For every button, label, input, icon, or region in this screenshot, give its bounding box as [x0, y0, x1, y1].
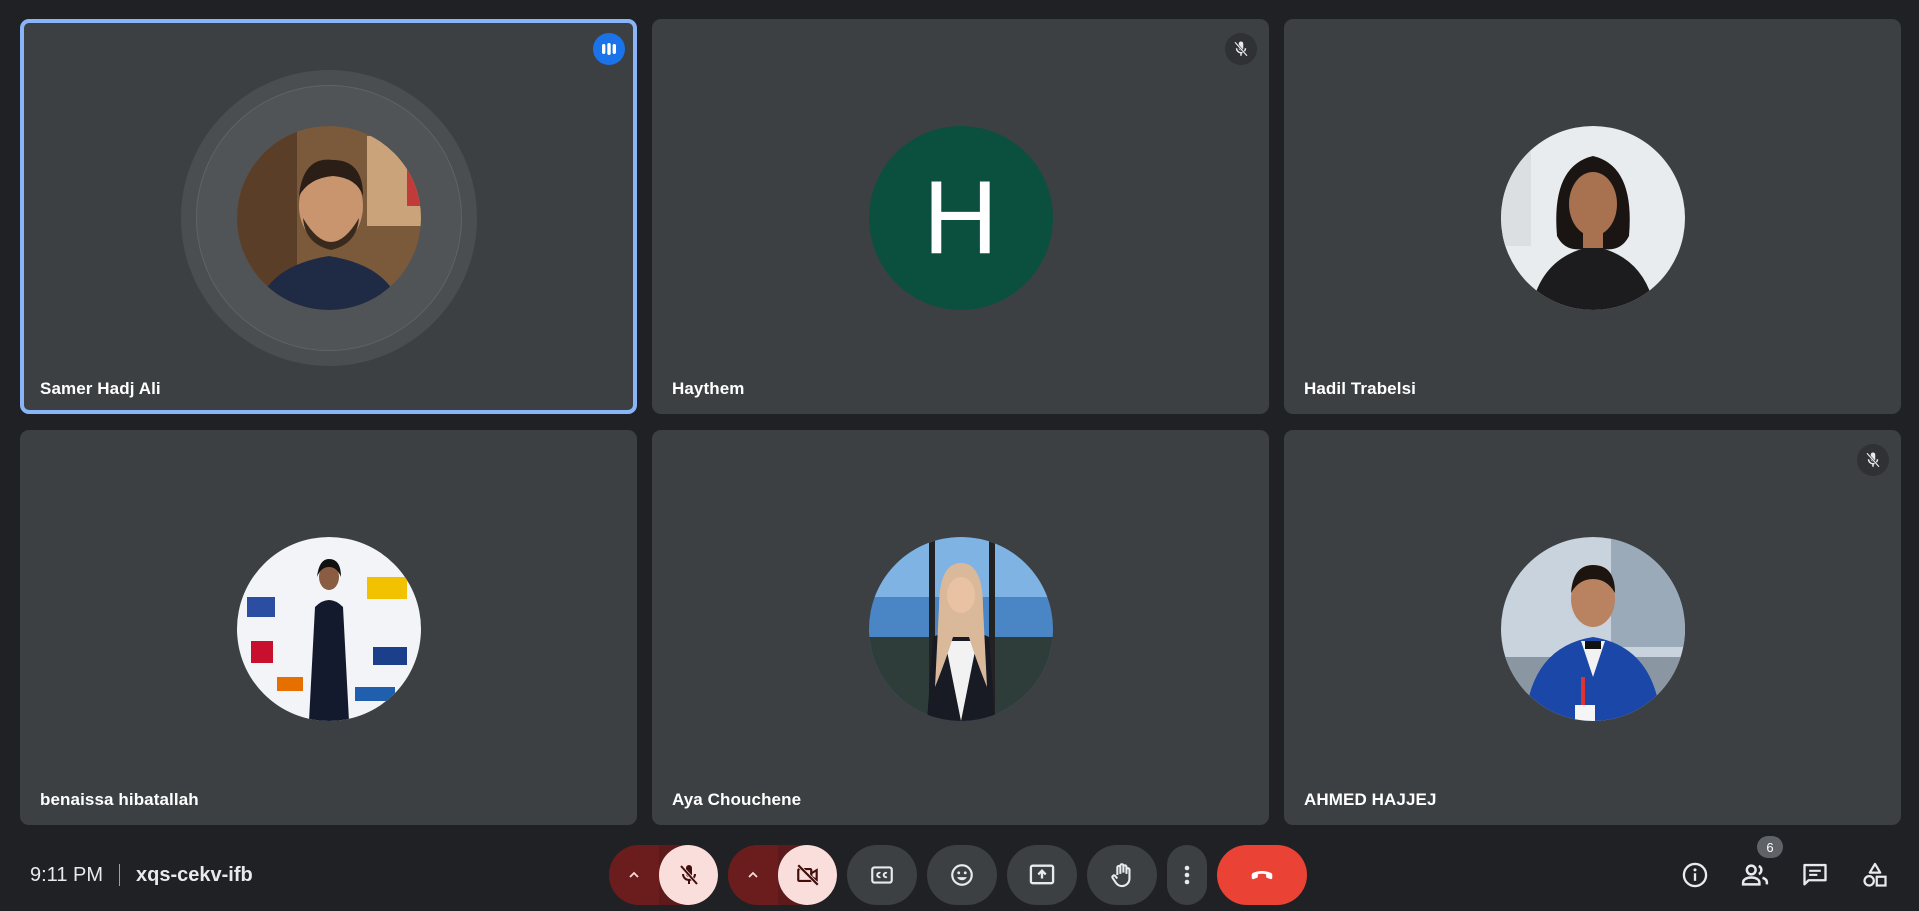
participant-tile-ahmed[interactable]: AHMED HAJJEJ: [1284, 430, 1901, 825]
more-vert-icon: [1184, 865, 1190, 885]
avatar: H: [868, 126, 1053, 310]
avatar: [1500, 126, 1685, 310]
reactions-button[interactable]: [927, 845, 997, 905]
people-icon: [1741, 864, 1769, 886]
avatar: [236, 537, 421, 721]
chevron-up-icon: [748, 871, 758, 878]
present-button[interactable]: [1007, 845, 1077, 905]
mic-toggle-button[interactable]: [659, 845, 718, 905]
participant-tile-aya[interactable]: Aya Chouchene: [652, 430, 1269, 825]
participant-tile-benaissa[interactable]: benaissa hibatallah: [20, 430, 637, 825]
participant-name: Samer Hadj Ali: [40, 379, 161, 398]
info-icon: [1682, 862, 1708, 888]
audio-options-button[interactable]: [609, 845, 659, 905]
participant-tile-haythem[interactable]: H Haythem: [652, 19, 1269, 414]
meeting-info: 9:11 PM xqs-cekv-ifb: [30, 842, 253, 908]
video-options-button[interactable]: [728, 845, 778, 905]
captions-button[interactable]: [847, 845, 917, 905]
participant-name: AHMED HAJJEJ: [1304, 790, 1437, 809]
avatar: [868, 537, 1053, 721]
avatar: [1500, 537, 1685, 721]
speaking-indicator-icon: [593, 33, 625, 65]
chevron-up-icon: [629, 871, 639, 878]
activities-icon: [1863, 862, 1887, 887]
participant-name: Hadil Trabelsi: [1304, 379, 1416, 398]
divider: [119, 864, 120, 886]
meeting-details-button[interactable]: [1680, 860, 1710, 890]
meeting-code[interactable]: xqs-cekv-ifb: [136, 864, 253, 887]
participant-name: Haythem: [672, 379, 745, 398]
more-options-button[interactable]: [1167, 845, 1207, 905]
chat-button[interactable]: [1800, 860, 1830, 890]
camera-toggle-button[interactable]: [778, 845, 837, 905]
meeting-time: 9:11 PM: [30, 863, 103, 886]
mic-off-icon: [1225, 33, 1257, 65]
activities-button[interactable]: [1860, 860, 1890, 890]
videocam-off-icon: [796, 863, 819, 887]
avatar-initial: H: [922, 159, 999, 276]
call-controls: [609, 845, 1307, 905]
end-call-icon: [1251, 871, 1273, 880]
people-count-badge: 6: [1757, 836, 1783, 858]
mic-control-group: [609, 845, 718, 905]
mic-off-icon: [679, 864, 698, 886]
emoji-icon: [951, 864, 973, 886]
people-button[interactable]: [1740, 860, 1770, 890]
control-bar: 9:11 PM xqs-cekv-ifb: [0, 842, 1919, 908]
participant-grid: Samer Hadj Ali H Haythem Hadil Trabelsi: [20, 19, 1901, 825]
camera-control-group: [728, 845, 837, 905]
participant-tile-hadil[interactable]: Hadil Trabelsi: [1284, 19, 1901, 414]
participant-tile-samer[interactable]: Samer Hadj Ali: [20, 19, 637, 414]
chat-icon: [1803, 863, 1827, 886]
mic-off-icon: [1857, 444, 1889, 476]
avatar: [236, 126, 421, 310]
participant-name: Aya Chouchene: [672, 790, 802, 809]
raise-hand-icon: [1111, 863, 1131, 888]
participant-name: benaissa hibatallah: [40, 790, 199, 809]
leave-call-button[interactable]: [1217, 845, 1307, 905]
closed-captions-icon: [871, 866, 893, 884]
raise-hand-button[interactable]: [1087, 845, 1157, 905]
present-screen-icon: [1029, 864, 1055, 885]
